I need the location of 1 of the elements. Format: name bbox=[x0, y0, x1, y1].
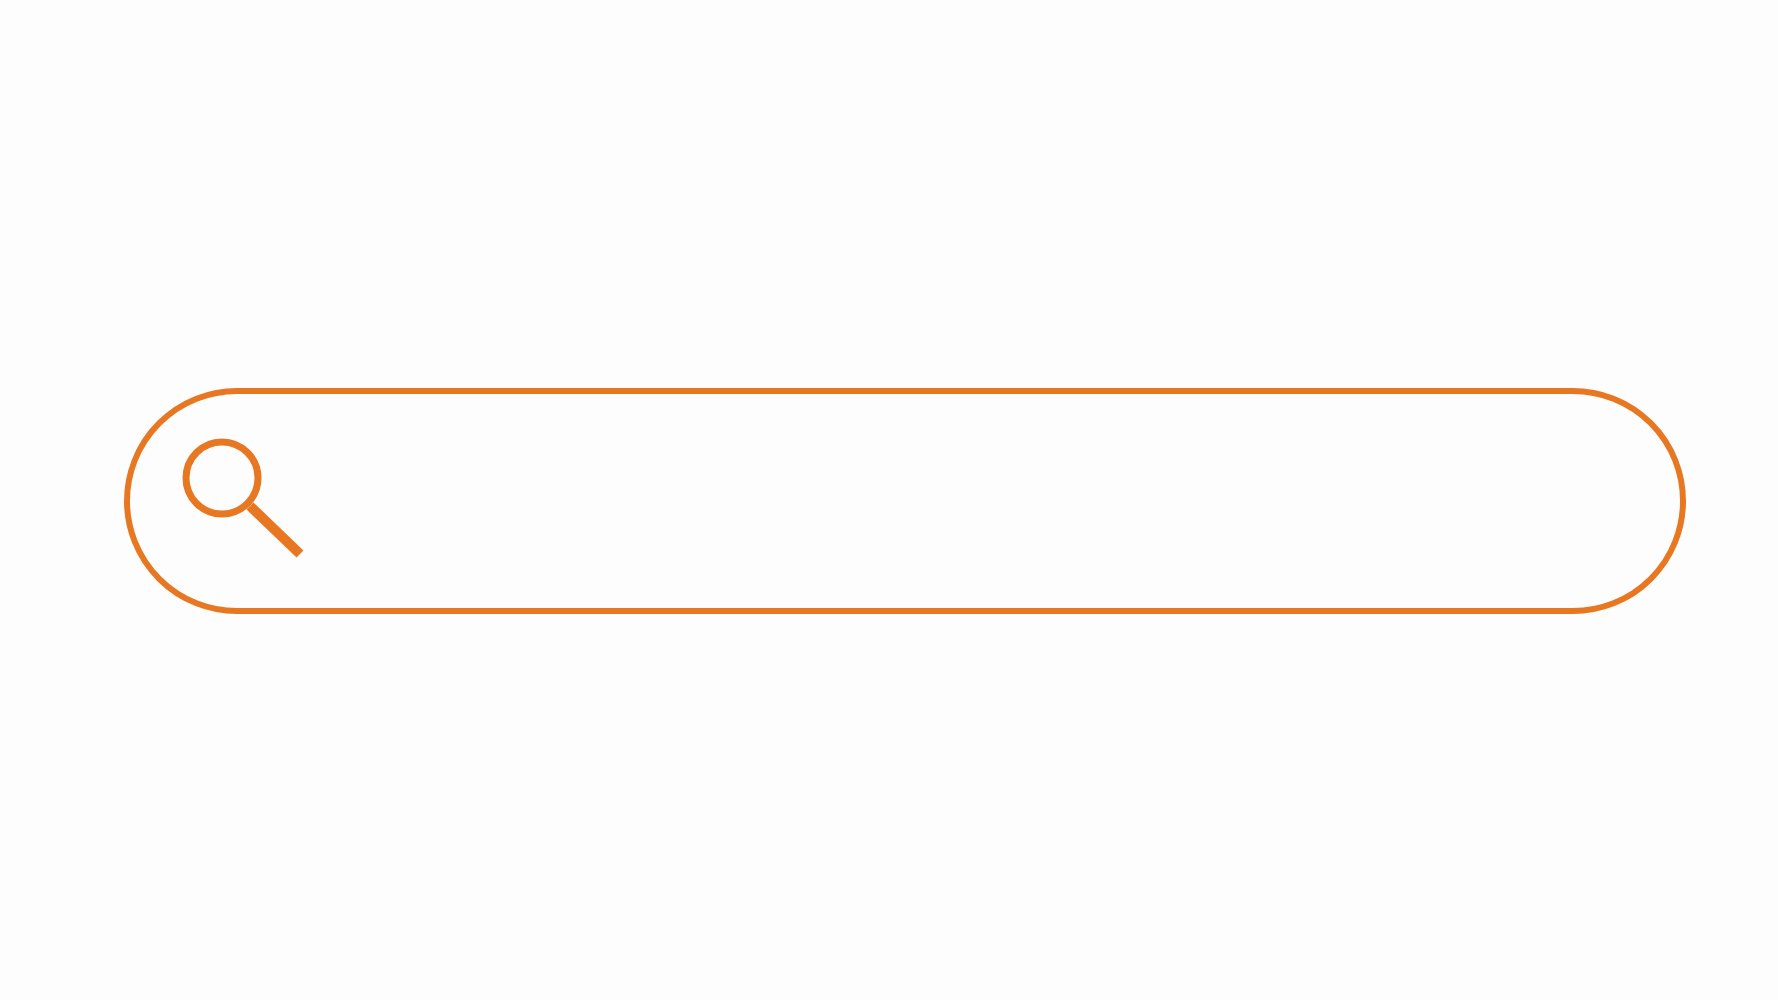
search-field[interactable] bbox=[124, 387, 1686, 613]
